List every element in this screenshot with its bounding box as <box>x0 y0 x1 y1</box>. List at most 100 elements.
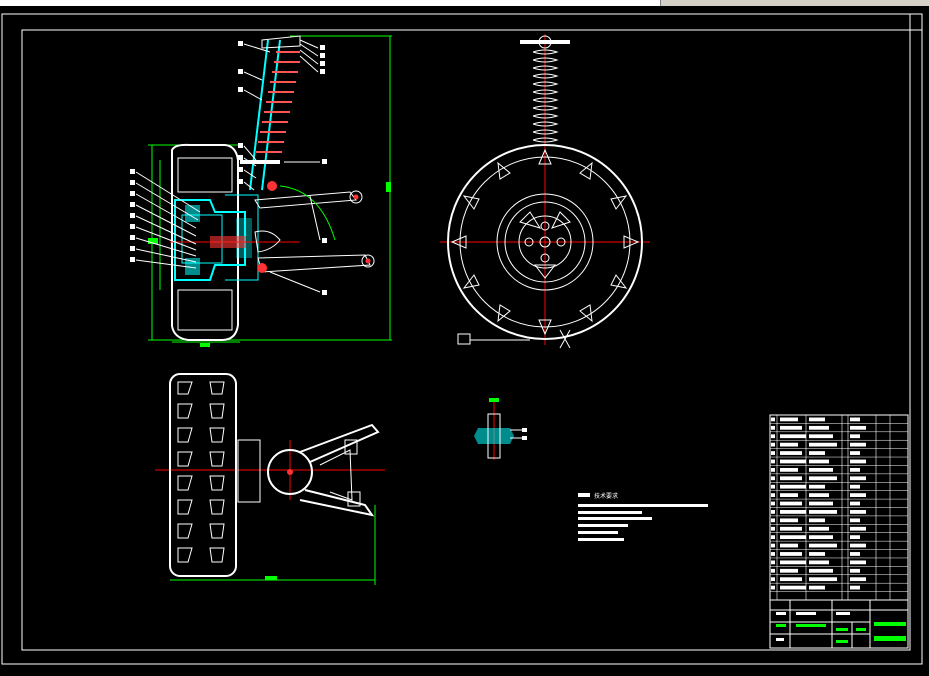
bolt-detail-view[interactable] <box>474 398 527 460</box>
bom-cell-text <box>809 417 825 422</box>
dimension-text <box>200 343 210 347</box>
bom-cell-text <box>850 442 866 447</box>
cad-drawing-canvas[interactable]: 技术要求 <box>0 6 929 672</box>
bom-cell-text <box>850 543 866 548</box>
notes-heading: 技术要求 <box>594 492 618 500</box>
bom-cell-text <box>771 526 775 531</box>
bom-cell-text <box>780 510 806 514</box>
notes-line <box>578 511 642 514</box>
bom-cell-text <box>771 434 775 439</box>
detail-label <box>489 398 499 402</box>
title-block-text <box>776 638 784 641</box>
bom-cell-text <box>771 552 775 556</box>
bom-cell-text <box>771 459 775 464</box>
bom-cell-text <box>780 442 798 447</box>
title-block-text <box>856 628 866 631</box>
bill-of-materials[interactable] <box>769 414 909 601</box>
coil-spring <box>256 51 300 153</box>
bom-cell-text <box>850 451 860 455</box>
bom-cell-text <box>771 501 775 506</box>
notes-line <box>578 504 708 507</box>
bom-cell-text <box>780 484 806 489</box>
bom-cell-text <box>850 417 860 422</box>
bushing-center <box>365 258 371 264</box>
bom-cell-text <box>780 425 802 430</box>
bom-cell-text <box>850 568 860 573</box>
bom-cell-text <box>780 467 798 472</box>
bom-cell-text <box>771 442 775 447</box>
bom-cell-text <box>850 518 860 523</box>
hub-top-center <box>287 469 293 475</box>
bom-cell-text <box>850 434 860 439</box>
bom-cell-text <box>809 526 829 531</box>
bom-cell-text <box>780 577 802 582</box>
top-view[interactable] <box>155 373 385 585</box>
bom-cell-text <box>780 459 806 464</box>
title-block-text <box>836 640 848 643</box>
bom-cell-text <box>850 501 860 506</box>
bom-cell-text <box>771 467 775 472</box>
bom-cell-text <box>850 476 866 481</box>
side-wheel-view[interactable] <box>440 34 650 349</box>
bom-cell-text <box>809 560 829 565</box>
bom-cell-text <box>809 434 833 439</box>
bom-cell-text <box>850 535 860 540</box>
bom-cell-text <box>850 510 866 514</box>
notes-line <box>578 524 628 527</box>
bom-cell-text <box>809 493 829 497</box>
bom-cell-text <box>771 451 775 455</box>
bom-cell-text <box>780 568 798 573</box>
detail-number <box>522 428 527 432</box>
bom-cell-text <box>780 434 806 439</box>
bom-cell-text <box>809 442 837 447</box>
knuckle-top <box>237 439 261 503</box>
arm-brace <box>319 449 353 501</box>
bom-cell-text <box>850 493 866 497</box>
ground-contact-mark <box>559 329 571 349</box>
corner-box <box>909 13 923 31</box>
detail-number <box>522 436 527 440</box>
bom-cell-text <box>771 510 775 514</box>
ground-marker <box>457 333 471 345</box>
technical-notes: 技术要求 <box>578 492 708 541</box>
bom-cell-text <box>809 510 837 514</box>
ball-joint <box>257 263 267 273</box>
bom-cell-text <box>771 535 775 540</box>
drawing-number-text <box>874 636 906 641</box>
bom-cell-text <box>780 451 802 455</box>
title-block[interactable] <box>769 599 909 649</box>
bom-cell-text <box>850 577 866 582</box>
upper-arm-top <box>299 423 380 463</box>
bom-cell-text <box>809 484 825 489</box>
bom-cell-text <box>771 518 775 523</box>
title-block-text <box>836 628 848 631</box>
title-block-text <box>796 612 816 615</box>
bom-cell-text <box>809 451 825 455</box>
bom-cell-text <box>780 501 802 506</box>
part-numbers-left <box>130 169 135 262</box>
bom-cell-text <box>809 476 837 481</box>
bom-cell-text <box>771 543 775 548</box>
dimension-text <box>265 576 277 580</box>
bom-cell-text <box>850 425 866 430</box>
bom-cell-text <box>780 417 798 422</box>
bom-cell-text <box>771 493 775 497</box>
bom-cell-text <box>780 535 806 540</box>
ball-joint <box>267 181 277 191</box>
bom-cell-text <box>780 493 798 497</box>
bom-cell-text <box>809 459 829 464</box>
bom-cell-text <box>771 577 775 582</box>
front-section-view[interactable] <box>130 35 392 347</box>
bom-cell-text <box>771 476 775 481</box>
bom-cell-text <box>809 543 837 548</box>
bom-cell-text <box>850 467 860 472</box>
bom-cell-text <box>809 577 837 582</box>
notes-line <box>578 531 618 534</box>
bom-cell-text <box>771 568 775 573</box>
bom-cell-text <box>780 585 806 590</box>
title-block-text <box>796 624 826 627</box>
bom-cell-text <box>809 535 833 540</box>
bom-cell-text <box>780 526 802 531</box>
bom-cell-text <box>809 518 825 523</box>
bom-cell-text <box>780 552 802 556</box>
